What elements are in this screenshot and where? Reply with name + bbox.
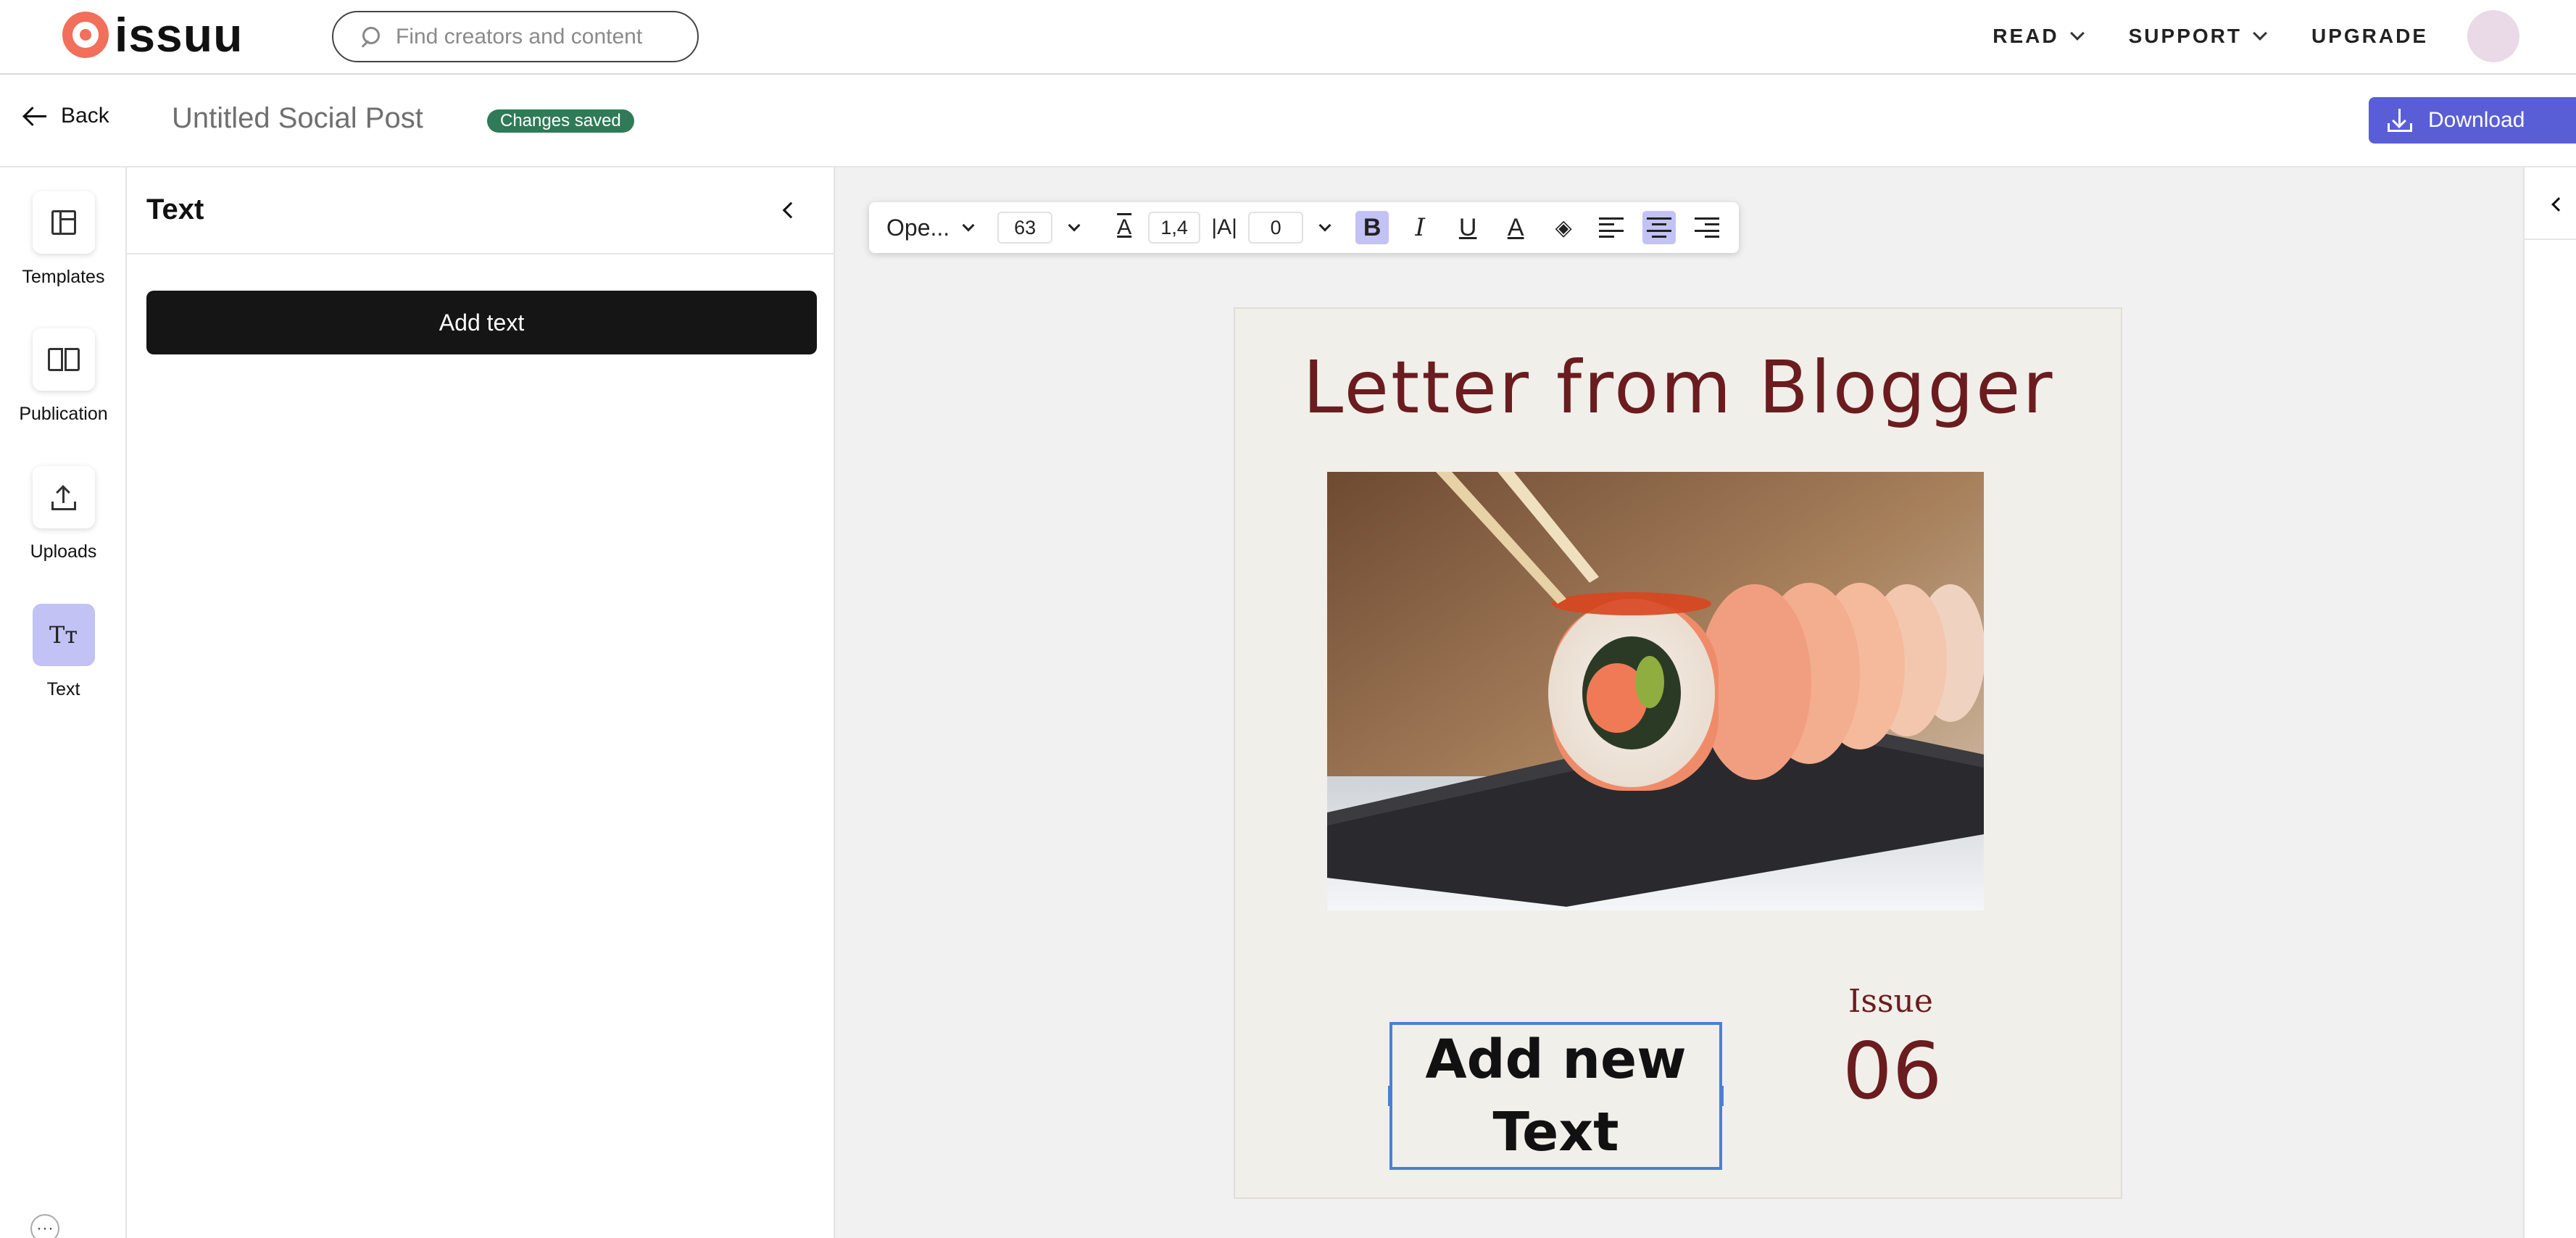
selected-text-line-1: Add new xyxy=(1425,1029,1687,1091)
rail-label-text: Text xyxy=(46,679,80,699)
document-title[interactable]: Untitled Social Post xyxy=(172,102,423,135)
arrow-left-icon xyxy=(23,106,46,126)
align-right-icon[interactable] xyxy=(1690,211,1724,244)
align-center-icon[interactable] xyxy=(1642,211,1677,244)
chevron-down-icon xyxy=(2253,26,2267,41)
rail-label-uploads: Uploads xyxy=(30,541,97,562)
chevron-down-icon xyxy=(2069,26,2085,41)
text-button[interactable]: Tт xyxy=(32,604,95,666)
canvas-area: Ope... 63 A 1,4 |A| 0 B I U A ◈ Letter f… xyxy=(835,167,2523,1238)
download-button[interactable]: Download xyxy=(2369,97,2576,144)
issue-number[interactable]: 06 xyxy=(1842,1026,1942,1117)
rail-item-templates[interactable]: Templates xyxy=(0,191,127,288)
panel-title: Text xyxy=(146,194,204,225)
highlight-color-icon[interactable]: ◈ xyxy=(1547,211,1580,244)
logo-text: issuu xyxy=(115,8,244,62)
nav-read[interactable]: READ xyxy=(1993,25,2085,48)
font-size-input[interactable]: 63 xyxy=(997,212,1053,244)
download-icon xyxy=(2388,109,2412,132)
avatar[interactable] xyxy=(2467,10,2519,62)
font-size-dropdown-icon[interactable] xyxy=(1068,219,1081,232)
publication-button[interactable] xyxy=(32,328,95,391)
align-left-icon[interactable] xyxy=(1595,211,1628,244)
design-page[interactable]: Letter from Blogger Issue 06 Add new Tex… xyxy=(1234,307,2122,1199)
right-rail xyxy=(2523,167,2576,1238)
selected-text-content[interactable]: Add new Text xyxy=(1425,1023,1686,1168)
font-family-value: Ope... xyxy=(886,214,950,241)
letter-spacing-dropdown-icon[interactable] xyxy=(1318,219,1331,232)
book-icon xyxy=(47,348,80,371)
search-icon xyxy=(360,26,380,47)
nav-support-label: SUPPORT xyxy=(2128,25,2242,47)
rail-label-publication: Publication xyxy=(19,404,108,424)
italic-icon[interactable]: I xyxy=(1403,211,1437,244)
download-label: Download xyxy=(2428,108,2525,132)
add-text-button[interactable]: Add text xyxy=(146,291,817,354)
resize-handle-right[interactable] xyxy=(1721,1086,1724,1106)
issuu-logo[interactable]: issuu xyxy=(62,8,244,62)
letter-spacing-input[interactable]: 0 xyxy=(1248,212,1304,244)
right-rail-header xyxy=(2525,167,2576,240)
text-toolbar: Ope... 63 A 1,4 |A| 0 B I U A ◈ xyxy=(869,202,1739,253)
issue-label[interactable]: Issue xyxy=(1848,983,1933,1020)
expand-panel-icon[interactable] xyxy=(2551,197,2566,212)
underline-icon[interactable]: U xyxy=(1451,211,1484,244)
chevron-down-icon xyxy=(962,219,975,232)
text-panel: Text Add text xyxy=(127,167,835,1238)
selected-text-box[interactable]: Add new Text xyxy=(1388,1022,1724,1170)
text-icon: Tт xyxy=(49,621,78,649)
nav-support[interactable]: SUPPORT xyxy=(2128,25,2267,48)
uploads-button[interactable] xyxy=(32,466,95,528)
sushi-photo-image xyxy=(1327,472,1984,910)
top-nav: issuu READ SUPPORT UPGRADE xyxy=(0,0,2576,75)
font-family-select[interactable]: Ope... xyxy=(886,214,975,241)
upload-icon xyxy=(51,484,76,510)
search-input[interactable] xyxy=(396,24,686,49)
logo-mark-icon xyxy=(62,12,109,58)
resize-handle-left[interactable] xyxy=(1388,1086,1391,1106)
headline-text[interactable]: Letter from Blogger xyxy=(1235,345,2122,430)
bold-icon[interactable]: B xyxy=(1355,211,1389,244)
panel-header: Text xyxy=(127,167,834,254)
tool-rail: Templates Publication Uploads Tт Text ··… xyxy=(0,167,127,1238)
rail-item-publication[interactable]: Publication xyxy=(0,328,127,425)
line-height-icon[interactable]: A xyxy=(1108,211,1141,244)
back-label: Back xyxy=(61,104,109,128)
editor-header: Back Untitled Social Post Changes saved … xyxy=(0,75,2576,167)
line-height-input[interactable]: 1,4 xyxy=(1148,212,1201,244)
selected-text-line-2: Text xyxy=(1492,1101,1619,1163)
status-badge: Changes saved xyxy=(487,109,634,133)
templates-button[interactable] xyxy=(32,191,95,254)
nav-upgrade-label: UPGRADE xyxy=(2311,25,2428,47)
sushi-photo[interactable] xyxy=(1327,472,1984,910)
templates-icon xyxy=(51,210,76,235)
rail-item-text[interactable]: Tт Text xyxy=(0,604,127,700)
letter-spacing-icon[interactable]: |A| xyxy=(1208,211,1241,244)
more-icon[interactable]: ··· xyxy=(30,1214,59,1238)
search-box[interactable] xyxy=(332,11,699,62)
text-color-icon[interactable]: A xyxy=(1499,211,1532,244)
nav-read-label: READ xyxy=(1993,25,2059,47)
rail-item-uploads[interactable]: Uploads xyxy=(0,466,127,562)
rail-label-templates: Templates xyxy=(22,267,105,287)
nav-upgrade[interactable]: UPGRADE xyxy=(2311,25,2428,48)
collapse-panel-icon[interactable] xyxy=(782,202,799,219)
nav-links: READ SUPPORT UPGRADE xyxy=(1993,0,2576,72)
back-button[interactable]: Back xyxy=(23,104,109,128)
